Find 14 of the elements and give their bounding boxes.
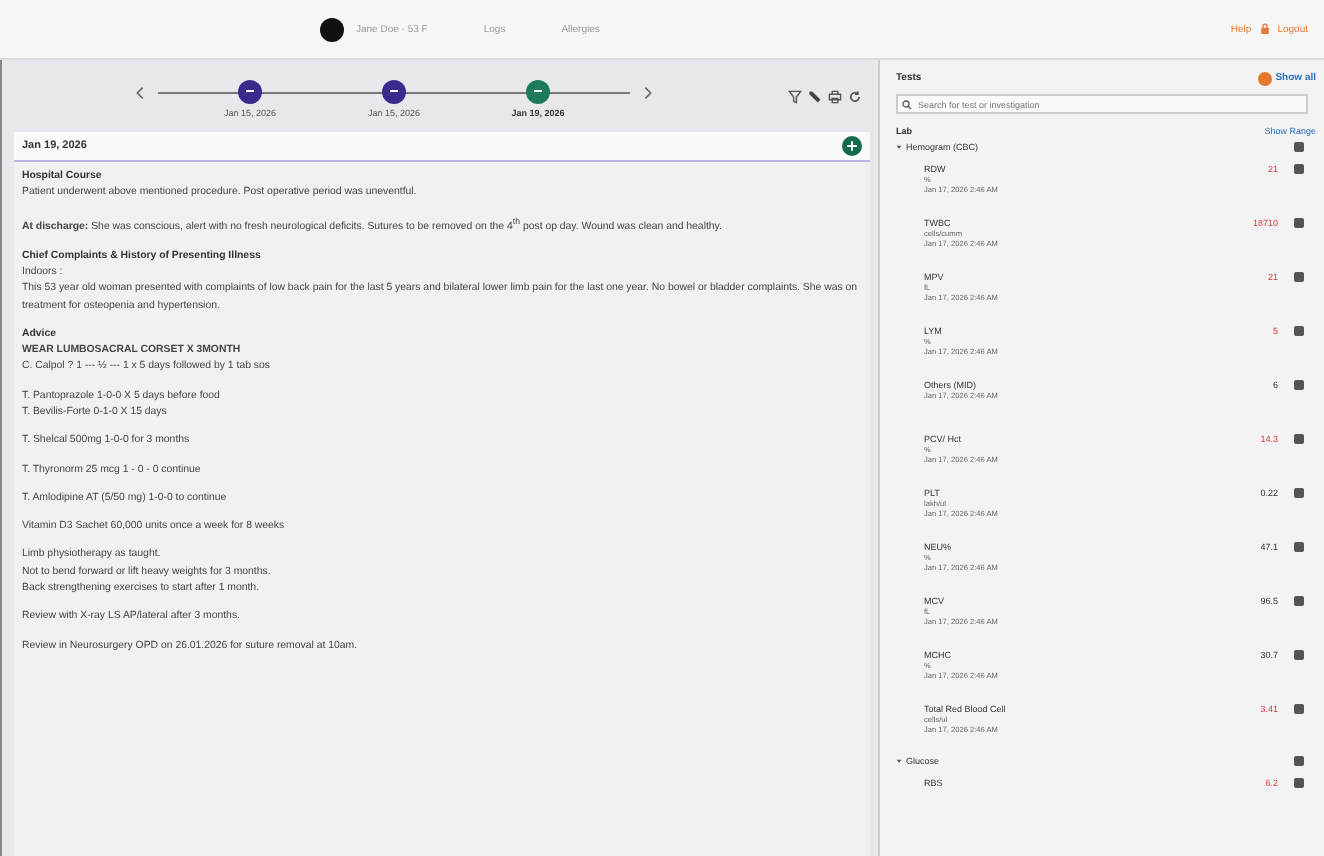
- chevron-left-icon[interactable]: [136, 86, 144, 100]
- timeline-node[interactable]: [526, 79, 550, 103]
- chevron-right-icon[interactable]: [644, 86, 652, 100]
- timeline-node[interactable]: [238, 79, 262, 103]
- add-button[interactable]: [842, 136, 862, 156]
- print-icon[interactable]: [828, 89, 842, 103]
- caret-icon[interactable]: [896, 757, 902, 763]
- avatar-icon: [320, 17, 344, 41]
- filter-icon[interactable]: [788, 89, 802, 103]
- timeline-node[interactable]: [382, 79, 406, 103]
- lock-icon: [1259, 22, 1270, 36]
- refresh-icon[interactable]: [848, 89, 862, 103]
- caret-icon[interactable]: [896, 143, 902, 149]
- pen-icon[interactable]: [808, 89, 822, 103]
